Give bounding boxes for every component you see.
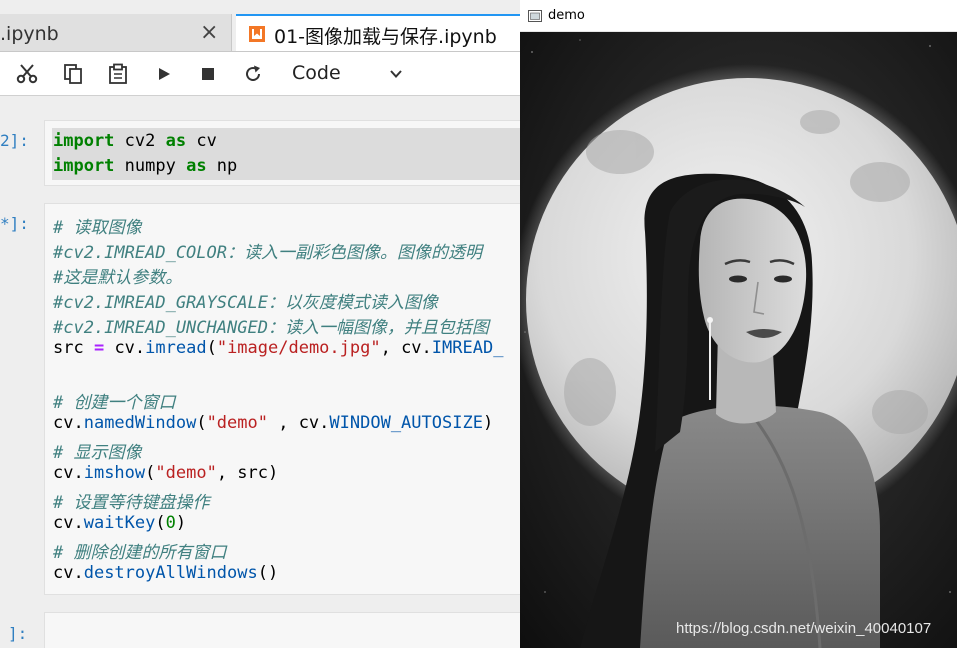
- chevron-down-icon[interactable]: [388, 66, 404, 82]
- code-comment: # 显示图像: [53, 443, 142, 463]
- window-icon: [528, 10, 542, 22]
- grayscale-portrait-image: [520, 32, 957, 648]
- code-comment: # 删除创建的所有窗口: [53, 543, 227, 563]
- code-cell[interactable]: # 读取图像 #cv2.IMREAD_COLOR：读入一副彩色图像。图像的透明 …: [44, 203, 520, 595]
- cell-prompt: *]:: [0, 214, 29, 233]
- code-comment: #这是默认参数。: [53, 268, 183, 288]
- tab-previous-notebook[interactable]: .ipynb ×: [0, 14, 232, 52]
- notebook-toolbar: Code: [0, 52, 520, 96]
- code-line: import numpy as np: [53, 156, 238, 176]
- tab-active-notebook[interactable]: 01-图像加载与保存.ipynb: [236, 14, 520, 52]
- code-comment: #cv2.IMREAD_GRAYSCALE：以灰度模式读入图像: [53, 293, 438, 313]
- restart-icon[interactable]: [242, 63, 264, 85]
- code-comment: # 创建一个窗口: [53, 393, 176, 413]
- tab-label: 01-图像加载与保存.ipynb: [274, 26, 497, 48]
- close-icon[interactable]: ×: [200, 20, 218, 45]
- notebook-content: 2]: import cv2 as cv import numpy as np …: [0, 96, 520, 648]
- stop-icon[interactable]: [197, 63, 219, 85]
- code-line: cv.waitKey(0): [53, 513, 187, 533]
- code-comment: #cv2.IMREAD_COLOR：读入一副彩色图像。图像的透明: [53, 243, 482, 263]
- window-title: demo: [548, 8, 585, 23]
- cell-prompt: 2]:: [0, 131, 29, 150]
- watermark-text: https://blog.csdn.net/weixin_40040107: [676, 620, 932, 637]
- code-comment: # 设置等待键盘操作: [53, 493, 210, 513]
- paste-icon[interactable]: [107, 63, 129, 85]
- code-cell[interactable]: import cv2 as cv import numpy as np: [44, 120, 520, 186]
- image-window: demo https://blog.csdn.net/weixin_400401…: [520, 0, 957, 648]
- code-comment: # 读取图像: [53, 218, 142, 238]
- code-line: cv.namedWindow("demo" , cv.WINDOW_AUTOSI…: [53, 413, 494, 433]
- tab-label: .ipynb: [0, 23, 59, 45]
- run-icon[interactable]: [153, 63, 175, 85]
- notebook-icon: [249, 26, 265, 42]
- copy-icon[interactable]: [62, 63, 84, 85]
- code-line: cv.destroyAllWindows(): [53, 563, 279, 583]
- jupyter-notebook-panel: .ipynb × 01-图像加载与保存.ipynb Code 2]: impor…: [0, 0, 520, 648]
- tab-bar: .ipynb × 01-图像加载与保存.ipynb: [0, 0, 520, 52]
- code-line: cv.imshow("demo", src): [53, 463, 279, 483]
- cell-type-select[interactable]: Code: [292, 62, 341, 84]
- code-line: import cv2 as cv: [53, 131, 217, 151]
- code-cell-empty[interactable]: [44, 612, 520, 648]
- code-line: src = cv.imread("image/demo.jpg", cv.IMR…: [53, 338, 504, 358]
- window-titlebar: demo: [520, 0, 957, 32]
- displayed-image: https://blog.csdn.net/weixin_40040107: [520, 32, 957, 648]
- cell-prompt: ]:: [8, 624, 28, 643]
- code-comment: #cv2.IMREAD_UNCHANGED：读入一幅图像，并且包括图: [53, 318, 489, 338]
- cut-icon[interactable]: [16, 63, 38, 85]
